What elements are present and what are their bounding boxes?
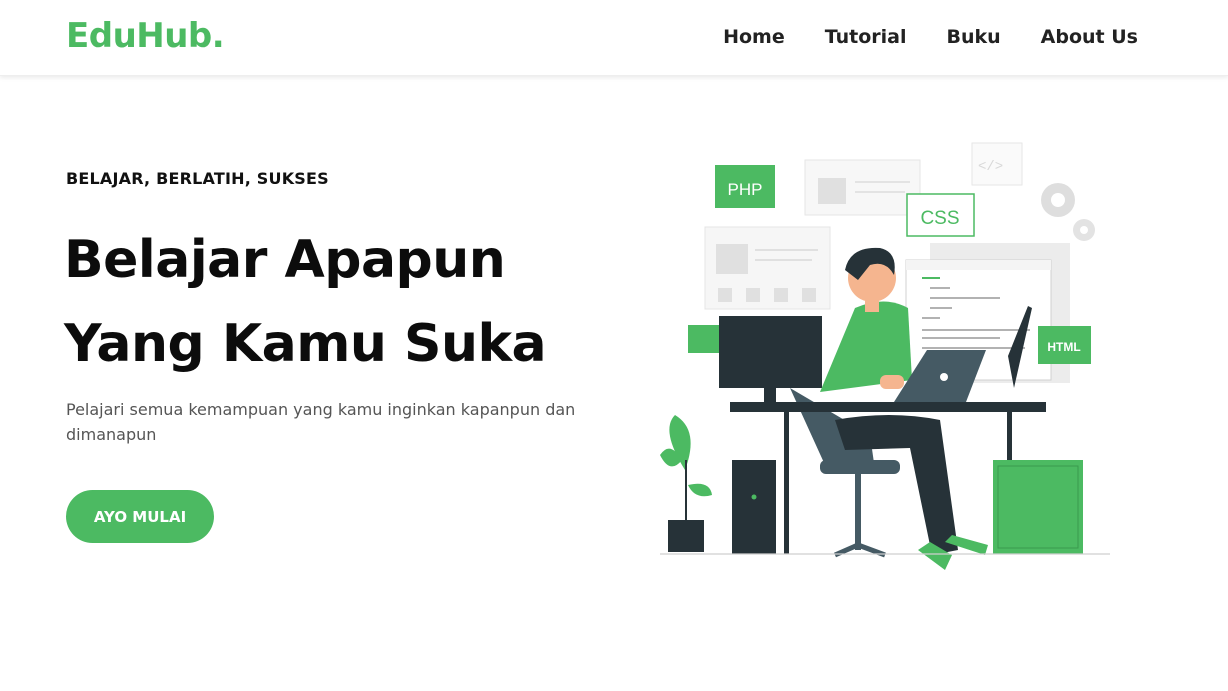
desk-top [730, 402, 1046, 412]
nav-link-tutorial[interactable]: Tutorial [825, 26, 907, 48]
hero-headline: Belajar Apapun Yang Kamu Suka [64, 218, 547, 386]
person-hand [880, 375, 904, 389]
hero-eyebrow: BELAJAR, BERLATIH, SUKSES [66, 169, 329, 188]
desk-leg [784, 412, 789, 554]
hero-description: Pelajari semua kemampuan yang kamu ingin… [66, 400, 576, 444]
gear-icon-hole [1051, 193, 1065, 207]
hero-illustration: </> PHP CSS HTML [660, 142, 1110, 570]
html-label: HTML [1047, 340, 1080, 354]
person-neck [865, 298, 879, 312]
navbar: EduHub. Home Tutorial Buku About Us [0, 0, 1228, 76]
bg-panel-image [818, 178, 846, 204]
monitor-stand [764, 388, 776, 404]
plant-pot [668, 520, 704, 552]
gear-icon-hole [1080, 226, 1088, 234]
brand-logo[interactable]: EduHub. [66, 16, 225, 56]
chair-seat [820, 460, 900, 474]
css-label: CSS [920, 208, 959, 229]
code-tag-icon: </> [978, 159, 1003, 175]
bg-window-thumb [746, 288, 760, 302]
nav-link-home[interactable]: Home [723, 26, 785, 48]
cabinet [993, 460, 1083, 554]
nav-link-buku[interactable]: Buku [947, 26, 1001, 48]
nav-link-about-us[interactable]: About Us [1041, 26, 1138, 48]
bg-window-image [716, 244, 748, 274]
monitor [719, 316, 822, 388]
bg-window-thumb [718, 288, 732, 302]
pc-tower [732, 460, 776, 554]
laptop-logo [940, 373, 948, 381]
plant-leaf [688, 483, 712, 497]
small-green-tag [688, 325, 720, 353]
start-button[interactable]: AYO MULAI [66, 490, 214, 543]
person-legs [835, 415, 958, 555]
hero-headline-line-2: Yang Kamu Suka [64, 314, 547, 374]
main-nav: Home Tutorial Buku About Us [723, 26, 1138, 48]
bg-window-thumb [802, 288, 816, 302]
code-window-bar [906, 260, 1051, 270]
hero-headline-line-1: Belajar Apapun [64, 230, 506, 290]
chair-post [855, 474, 861, 550]
php-label: PHP [728, 180, 763, 199]
pc-tower-light [751, 494, 757, 500]
bg-window-thumb [774, 288, 788, 302]
